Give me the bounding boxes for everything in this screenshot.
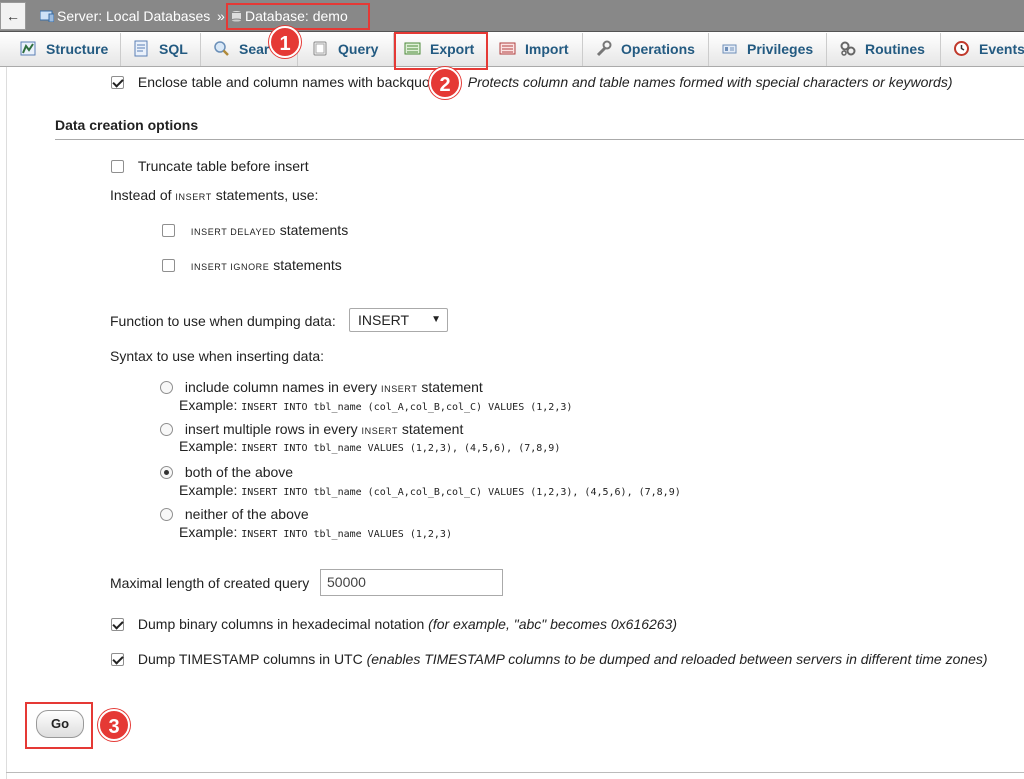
chevron-down-icon: ▼ (431, 314, 441, 325)
step-badge-2: 2 (429, 67, 461, 99)
tab-routines[interactable]: Routines (827, 33, 941, 66)
function-select[interactable]: INSERT ▼ (349, 308, 448, 332)
query-icon (313, 41, 327, 56)
example-include-columns: Example: INSERT INTO tbl_name (col_A,col… (179, 397, 573, 413)
tab-operations[interactable]: Operations (583, 33, 709, 66)
clock-icon (954, 41, 969, 56)
example-neither: Example: INSERT INTO tbl_name VALUES (1,… (179, 524, 452, 540)
insert-ignore-row: INSERT IGNORE statements (162, 257, 342, 273)
highlight-export-tab (394, 32, 488, 70)
timestamp-utc-row: Dump TIMESTAMP columns in UTC (enables T… (111, 651, 988, 667)
example-multiple-rows: Example: INSERT INTO tbl_name VALUES (1,… (179, 438, 561, 454)
export-options-panel: Enclose table and column names with back… (6, 67, 1024, 779)
wrench-icon (596, 40, 612, 57)
enclose-checkbox[interactable] (111, 76, 124, 89)
structure-icon (20, 41, 36, 56)
breadcrumb-separator: » (217, 8, 225, 24)
step-badge-1: 1 (269, 26, 301, 58)
routines-icon (840, 41, 856, 56)
syntax-option-neither: neither of the above (160, 506, 309, 522)
insert-delayed-row: INSERT DELAYED statements (162, 222, 348, 238)
enclose-option-row: Enclose table and column names with back… (111, 74, 953, 90)
tab-sql[interactable]: SQL (121, 33, 201, 66)
search-icon (214, 41, 229, 56)
highlight-database-breadcrumb (226, 3, 370, 30)
include-columns-radio[interactable] (160, 381, 173, 394)
sql-icon (134, 40, 148, 57)
binary-hex-checkbox[interactable] (111, 618, 124, 631)
insert-delayed-checkbox[interactable] (162, 224, 175, 237)
truncate-label: Truncate table before insert (137, 158, 309, 174)
multiple-rows-radio[interactable] (160, 423, 173, 436)
import-icon (499, 42, 516, 55)
neither-radio[interactable] (160, 508, 173, 521)
tab-bar: Structure SQL Sear Query Export Import O… (0, 33, 1024, 67)
highlight-go-button (25, 702, 93, 749)
tab-structure[interactable]: Structure (10, 33, 121, 66)
function-label: Function to use when dumping data: (110, 313, 336, 329)
syntax-option-include-columns: include column names in every INSERT sta… (160, 379, 483, 395)
tab-query[interactable]: Query (298, 33, 394, 66)
enclose-label: Enclose table and column names with back… (137, 74, 430, 90)
tab-import[interactable]: Import (487, 33, 583, 66)
back-arrow-button[interactable]: ← (0, 2, 26, 30)
example-both: Example: INSERT INTO tbl_name (col_A,col… (179, 482, 681, 498)
syntax-option-both: both of the above (160, 464, 293, 480)
breadcrumb-bar: ← Server: Local Databases » Database: de… (0, 0, 1024, 32)
truncate-row: Truncate table before insert (111, 158, 309, 174)
tab-privileges[interactable]: Privileges (709, 33, 827, 66)
insert-ignore-checkbox[interactable] (162, 259, 175, 272)
divider (6, 772, 1024, 773)
data-creation-heading: Data creation options (55, 117, 1024, 140)
binary-hex-row: Dump binary columns in hexadecimal notat… (111, 616, 677, 632)
max-query-input[interactable]: 50000 (320, 569, 503, 596)
both-radio[interactable] (160, 466, 173, 479)
breadcrumb-server[interactable]: Server: Local Databases (40, 8, 210, 24)
server-icon (40, 10, 54, 22)
timestamp-utc-checkbox[interactable] (111, 653, 124, 666)
privileges-icon (722, 44, 737, 54)
tab-events[interactable]: Events (941, 33, 1024, 66)
instead-of-label: Instead of INSERT statements, use: (110, 187, 319, 203)
truncate-checkbox[interactable] (111, 160, 124, 173)
syntax-label: Syntax to use when inserting data: (110, 348, 325, 364)
step-badge-3: 3 (98, 709, 130, 741)
max-query-label: Maximal length of created query (110, 575, 310, 591)
enclose-note: Protects column and table names formed w… (467, 74, 953, 90)
syntax-option-multiple-rows: insert multiple rows in every INSERT sta… (160, 421, 463, 437)
